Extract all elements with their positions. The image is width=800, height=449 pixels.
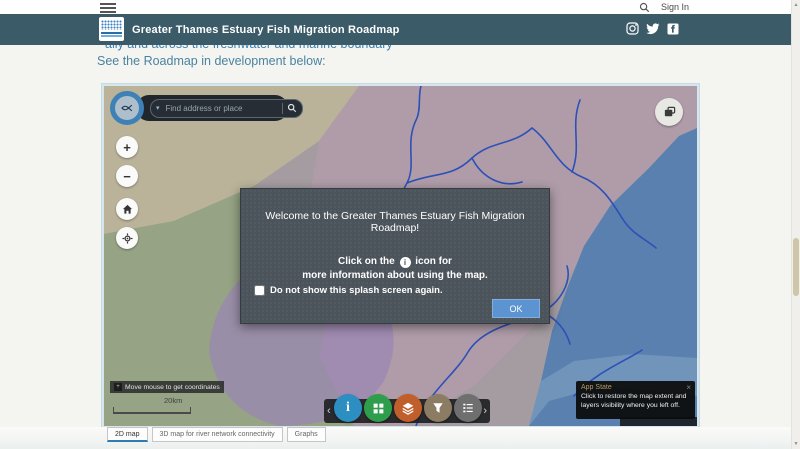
apps-button[interactable]: [364, 394, 392, 422]
view-tabs: 2D map 3D map for river network connecti…: [0, 427, 792, 449]
basemap-toggle-button[interactable]: [655, 98, 683, 126]
layers-button[interactable]: [394, 394, 422, 422]
app-state-toast[interactable]: App State × Click to restore the map ext…: [576, 381, 695, 419]
intro-subtitle: See the Roadmap in development below:: [97, 54, 326, 68]
sign-in-link[interactable]: Sign In: [661, 2, 689, 12]
splash-title: Welcome to the Greater Thames Estuary Fi…: [241, 210, 549, 234]
ok-button[interactable]: OK: [492, 299, 540, 318]
scroll-down-icon[interactable]: ▼: [792, 441, 800, 447]
page: Sign In ▲ ▼ Greater Thames Estuary Fish …: [0, 0, 800, 449]
map-search-input[interactable]: [164, 103, 278, 114]
apps-grid-icon: [372, 402, 385, 415]
instagram-icon[interactable]: [626, 22, 639, 35]
site-header: Greater Thames Estuary Fish Migration Ro…: [0, 14, 792, 45]
tab-graphs[interactable]: Graphs: [287, 427, 326, 442]
tab-3d-map[interactable]: 3D map for river network connectivity: [152, 427, 283, 442]
page-title: Greater Thames Estuary Fish Migration Ro…: [132, 24, 400, 36]
filter-button[interactable]: [424, 394, 452, 422]
widget-toolbar: ‹ i: [324, 399, 490, 423]
browser-page-topbar: Sign In: [0, 0, 792, 14]
coordinates-icon[interactable]: +: [114, 383, 122, 391]
scrollbar-thumb[interactable]: [793, 238, 799, 296]
locate-icon: [122, 233, 133, 244]
map-search-icon[interactable]: [287, 103, 297, 113]
scale-label: 20km: [164, 396, 182, 405]
map-frame: ▾ + −: [104, 86, 697, 426]
locate-button[interactable]: [116, 227, 138, 249]
fish-logo-icon: [121, 102, 133, 114]
map-search-box: ▾: [136, 95, 288, 121]
search-icon[interactable]: [639, 2, 650, 13]
home-icon: [122, 204, 133, 215]
filter-icon: [432, 402, 444, 414]
scale-bar: [113, 407, 191, 414]
info-button[interactable]: i: [334, 394, 362, 422]
logo-pattern: [101, 20, 122, 30]
info-icon: i: [400, 257, 411, 268]
zoom-out-button[interactable]: −: [116, 165, 138, 187]
basemap-icon: [663, 106, 676, 119]
toolbar-next-icon[interactable]: ›: [483, 405, 487, 417]
toolbar-prev-icon[interactable]: ‹: [327, 405, 331, 417]
page-scrollbar[interactable]: ▲ ▼: [791, 0, 800, 449]
layers-icon: [401, 401, 415, 415]
home-button[interactable]: [116, 198, 138, 220]
facebook-icon[interactable]: [667, 23, 679, 35]
search-source-caret-icon[interactable]: ▾: [156, 105, 160, 112]
close-icon[interactable]: ×: [686, 383, 691, 392]
scroll-up-icon[interactable]: ▲: [792, 2, 800, 8]
coordinates-hint: + Move mouse to get coordinates: [110, 381, 224, 393]
legend-button[interactable]: [454, 394, 482, 422]
splash-info-line: Click on the i icon for: [241, 256, 549, 268]
splash-dialog: Welcome to the Greater Thames Estuary Fi…: [240, 188, 550, 324]
legend-icon: [462, 402, 474, 414]
menu-icon[interactable]: [100, 3, 116, 13]
splash-info-line-2: more information about using the map.: [241, 270, 549, 281]
splash-checkbox[interactable]: [254, 285, 265, 296]
twitter-icon[interactable]: [646, 23, 660, 35]
splash-checkbox-label[interactable]: Do not show this splash screen again.: [270, 285, 443, 296]
site-logo[interactable]: [99, 17, 124, 41]
toast-title: App State: [576, 381, 695, 392]
toast-body: Click to restore the map extent and laye…: [576, 392, 695, 410]
map-logo-button[interactable]: [110, 91, 144, 125]
zoom-in-button[interactable]: +: [116, 136, 138, 158]
tab-2d-map[interactable]: 2D map: [107, 427, 148, 442]
divider: [282, 103, 283, 114]
